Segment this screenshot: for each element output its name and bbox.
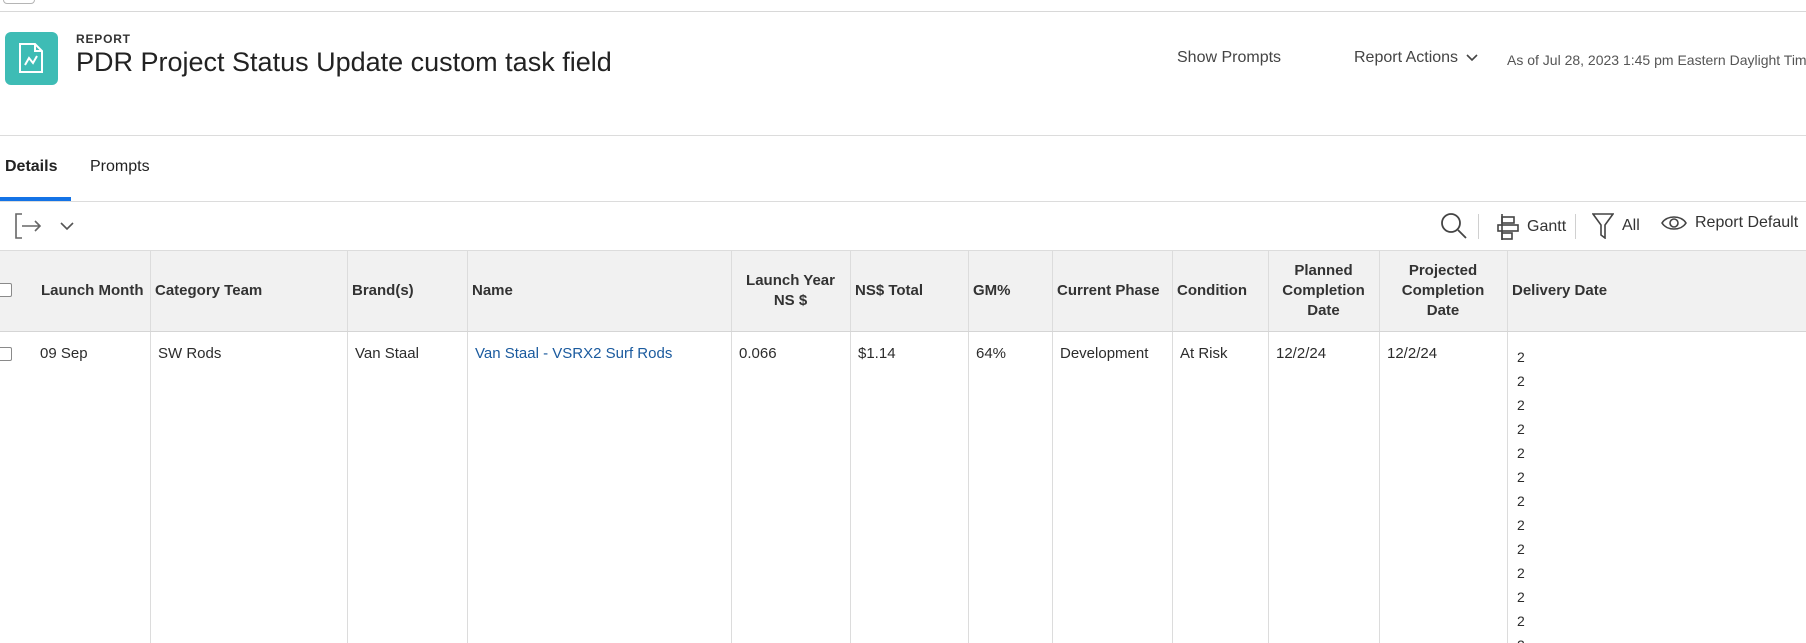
delivery-date-value: 2 bbox=[1517, 349, 1525, 365]
report-icon bbox=[5, 32, 58, 85]
cell-ns-total: $1.14 bbox=[858, 345, 896, 362]
gantt-icon bbox=[1497, 214, 1519, 240]
cell-launch-month: 09 Sep bbox=[40, 345, 88, 362]
eye-icon bbox=[1661, 216, 1687, 230]
column-header[interactable]: GM% bbox=[968, 251, 1051, 331]
top-bar bbox=[0, 0, 1806, 12]
show-prompts-button[interactable]: Show Prompts bbox=[1177, 49, 1281, 67]
column-header[interactable]: Condition bbox=[1172, 251, 1267, 331]
delivery-date-value: 2 bbox=[1517, 541, 1525, 557]
column-header[interactable]: NS$ Total bbox=[850, 251, 967, 331]
toolbar-divider bbox=[1575, 214, 1576, 239]
report-toolbar: Gantt All Report Default bbox=[0, 202, 1806, 251]
tab-bar: Details Prompts bbox=[0, 136, 1806, 202]
row-checkbox[interactable] bbox=[0, 347, 12, 361]
column-divider bbox=[1268, 332, 1269, 643]
delivery-date-value: 2 bbox=[1517, 397, 1525, 413]
report-actions-button[interactable]: Report Actions bbox=[1354, 49, 1478, 67]
gantt-button[interactable]: Gantt bbox=[1497, 213, 1566, 241]
delivery-date-value: 2 bbox=[1517, 589, 1525, 605]
column-header[interactable]: Delivery Date bbox=[1507, 251, 1806, 331]
column-divider bbox=[850, 332, 851, 643]
delivery-date-value: 2 bbox=[1517, 613, 1525, 629]
view-button[interactable]: Report Default bbox=[1661, 213, 1798, 233]
table-header: Launch Month Category Team Brand(s) Name… bbox=[0, 251, 1806, 332]
column-header[interactable]: Planned Completion Date bbox=[1268, 251, 1378, 331]
column-divider bbox=[347, 332, 348, 643]
cell-category-team: SW Rods bbox=[158, 345, 222, 362]
column-divider bbox=[1379, 332, 1380, 643]
column-divider bbox=[1052, 332, 1053, 643]
report-header: REPORT PDR Project Status Update custom … bbox=[0, 12, 1806, 136]
filter-icon bbox=[1592, 213, 1614, 239]
report-table: Launch Month Category Team Brand(s) Name… bbox=[0, 251, 1806, 643]
column-header[interactable]: Current Phase bbox=[1052, 251, 1171, 331]
column-header[interactable]: Projected Completion Date bbox=[1379, 251, 1506, 331]
select-all-checkbox[interactable] bbox=[0, 283, 12, 297]
tab-details[interactable]: Details bbox=[5, 158, 57, 176]
cell-brands: Van Staal bbox=[355, 345, 419, 362]
report-timestamp: As of Jul 28, 2023 1:45 pm Eastern Dayli… bbox=[1507, 52, 1806, 68]
toolbar-divider bbox=[1478, 214, 1479, 239]
chevron-down-icon bbox=[1466, 54, 1478, 62]
column-header[interactable]: Category Team bbox=[150, 251, 346, 331]
delivery-date-value: 2 bbox=[1517, 445, 1525, 461]
column-header[interactable]: Launch Year NS $ bbox=[731, 251, 849, 331]
filter-label: All bbox=[1622, 217, 1640, 234]
report-actions-label: Report Actions bbox=[1354, 49, 1459, 66]
delivery-date-value: 2 bbox=[1517, 421, 1525, 437]
report-eyebrow: REPORT bbox=[76, 32, 131, 46]
chevron-down-icon[interactable] bbox=[60, 222, 74, 231]
cell-current-phase: Development bbox=[1060, 345, 1149, 362]
top-bar-button[interactable] bbox=[3, 0, 35, 4]
cell-projected-completion: 12/2/24 bbox=[1387, 345, 1438, 362]
cell-condition: At Risk bbox=[1180, 345, 1228, 362]
delivery-date-value: 2 bbox=[1517, 469, 1525, 485]
search-icon[interactable] bbox=[1440, 212, 1468, 240]
column-divider bbox=[1507, 332, 1508, 643]
column-divider bbox=[467, 332, 468, 643]
view-label: Report Default bbox=[1695, 214, 1799, 231]
column-divider bbox=[1172, 332, 1173, 643]
column-divider bbox=[731, 332, 732, 643]
column-divider bbox=[968, 332, 969, 643]
delivery-date-value: 2 bbox=[1517, 517, 1525, 533]
gantt-label: Gantt bbox=[1527, 218, 1567, 235]
delivery-date-value: 2 bbox=[1517, 565, 1525, 581]
cell-launch-year-ns: 0.066 bbox=[739, 345, 777, 362]
column-header[interactable]: Name bbox=[467, 251, 730, 331]
cell-planned-completion: 12/2/24 bbox=[1276, 345, 1327, 362]
cell-name-link[interactable]: Van Staal - VSRX2 Surf Rods bbox=[475, 345, 672, 362]
export-icon[interactable] bbox=[14, 213, 42, 239]
cell-delivery-date: 2 2 2 2 2 2 2 2 2 2 2 2 2 bbox=[1517, 345, 1525, 643]
page-title: PDR Project Status Update custom task fi… bbox=[76, 47, 612, 77]
delivery-date-value: 2 bbox=[1517, 493, 1525, 509]
column-divider bbox=[150, 332, 151, 643]
delivery-date-value: 2 bbox=[1517, 633, 1525, 643]
tab-prompts[interactable]: Prompts bbox=[90, 158, 150, 176]
active-tab-indicator bbox=[0, 197, 71, 201]
delivery-date-value: 2 bbox=[1517, 373, 1525, 389]
cell-gm-pct: 64% bbox=[976, 345, 1007, 362]
column-header[interactable]: Brand(s) bbox=[347, 251, 466, 331]
filter-button[interactable]: All bbox=[1592, 213, 1640, 239]
column-header[interactable]: Launch Month bbox=[37, 251, 149, 331]
